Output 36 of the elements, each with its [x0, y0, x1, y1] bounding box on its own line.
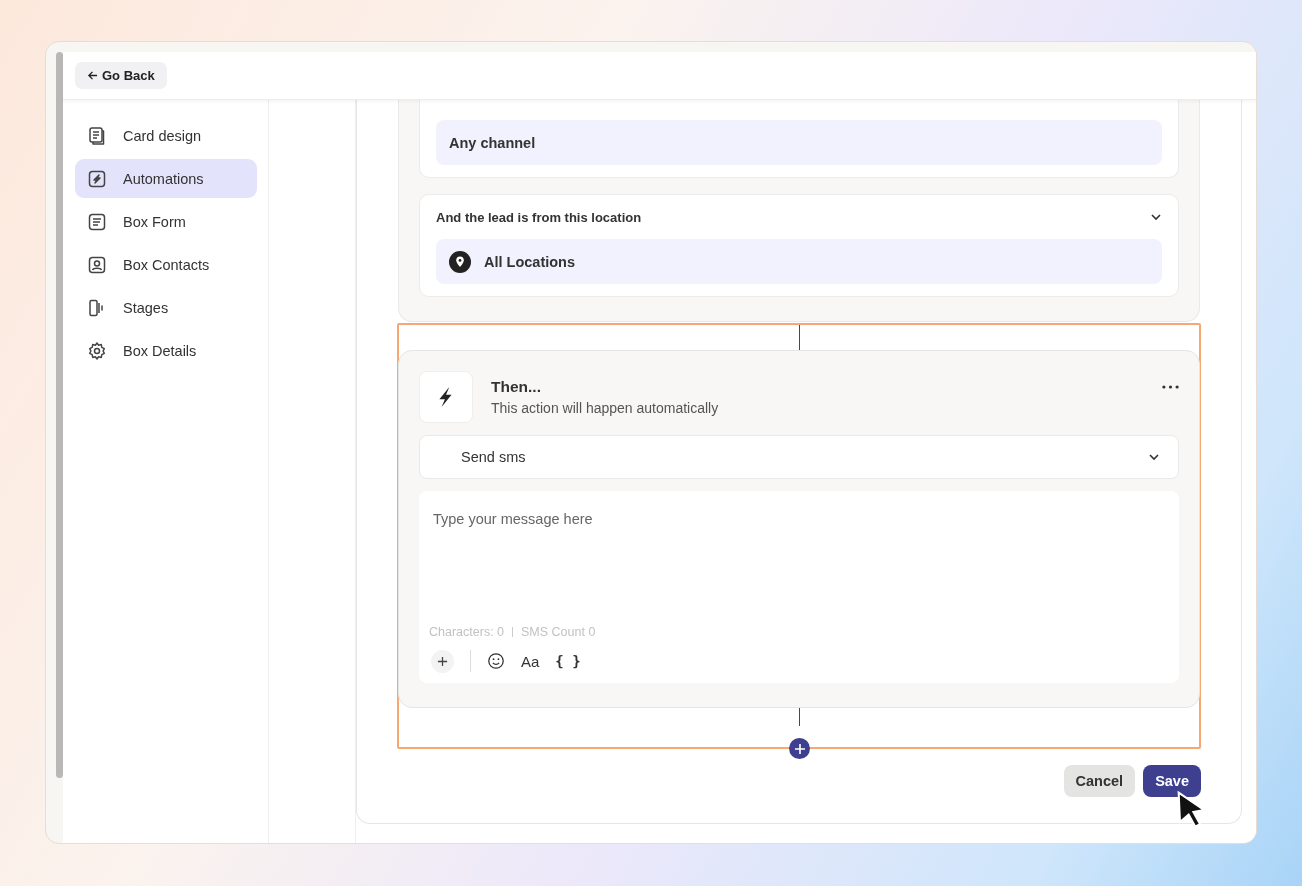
- chevron-down-icon: [1148, 451, 1160, 463]
- chevron-down-icon[interactable]: [1150, 211, 1162, 223]
- add-step-button[interactable]: [789, 738, 810, 759]
- condition-value[interactable]: Any channel: [436, 120, 1162, 165]
- sidebar-item[interactable]: Box Details: [75, 331, 257, 370]
- character-count: Characters: 0: [429, 625, 505, 639]
- save-button[interactable]: Save: [1143, 765, 1201, 797]
- action-subtitle: This action will happen automatically: [491, 400, 720, 416]
- go-back-button[interactable]: Go Back: [75, 62, 167, 89]
- action-select[interactable]: Send sms: [419, 435, 1179, 479]
- sidebar-item[interactable]: Card design: [75, 116, 257, 155]
- contact-icon: [87, 254, 107, 275]
- bolt-icon: [419, 371, 473, 423]
- location-pin-icon: [449, 250, 471, 273]
- settings-icon: [87, 340, 107, 361]
- form-icon: [87, 211, 107, 232]
- message-field[interactable]: Type your message here Characters: 0 SMS Count 0 Aa { }: [419, 491, 1179, 683]
- emoji-icon[interactable]: [487, 652, 505, 670]
- condition-title: And the lead is from this location: [436, 209, 642, 225]
- sidebar-item[interactable]: Box Form: [75, 202, 257, 241]
- plus-icon: [793, 742, 806, 755]
- bolt-square-icon: [87, 168, 107, 189]
- condition-value[interactable]: All Locations: [436, 239, 1162, 284]
- text-format-button[interactable]: Aa: [521, 652, 540, 670]
- arrow-left-icon: [87, 70, 98, 81]
- plus-icon: [437, 655, 448, 667]
- variables-button[interactable]: { }: [555, 653, 581, 669]
- sidebar-item[interactable]: Stages: [75, 288, 257, 327]
- action-title: Then...: [491, 378, 542, 396]
- sms-count: SMS Count 0: [521, 625, 596, 639]
- sidebar-item[interactable]: Automations: [75, 159, 257, 198]
- add-button[interactable]: [431, 649, 454, 673]
- sidebar-item[interactable]: Box Contacts: [75, 245, 257, 284]
- more-options-icon[interactable]: [1162, 385, 1179, 389]
- cancel-button[interactable]: Cancel: [1063, 765, 1136, 797]
- document-stack-icon: [87, 125, 107, 146]
